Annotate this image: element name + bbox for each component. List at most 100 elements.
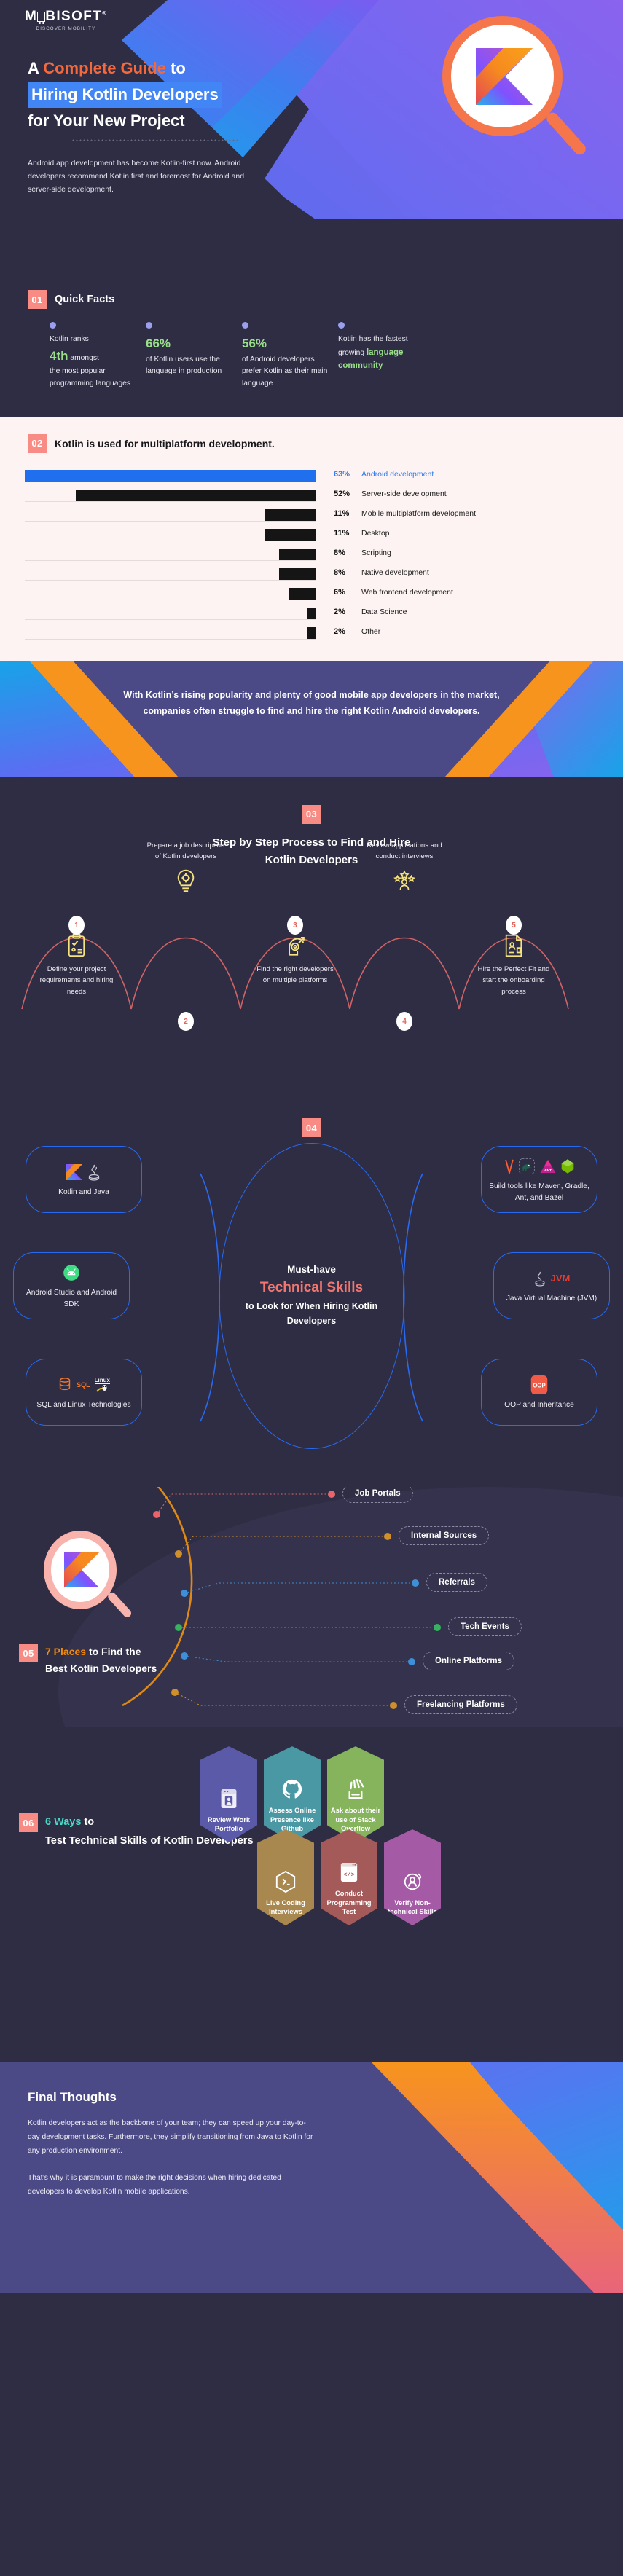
kotlin-java-icon: [66, 1161, 101, 1183]
place-pill[interactable]: Referrals: [426, 1573, 487, 1593]
skill-label: SQL and Linux Technologies: [36, 1400, 131, 1409]
bullet-dot-icon: [242, 322, 248, 329]
skill-card: OOP OOP and Inheritance: [481, 1359, 597, 1426]
chart-category-label: Scripting: [361, 549, 391, 558]
process-step: Prepare a job description of Kotlin deve…: [144, 840, 228, 899]
jvm-label: JVM: [550, 1273, 571, 1284]
step-text: Find the right developers on multiple pl…: [256, 965, 334, 985]
github-icon: [281, 1775, 303, 1803]
kotlin-logo-icon: [64, 1552, 99, 1588]
section-number-badge: 05: [19, 1644, 38, 1663]
portfolio-card-icon: [219, 1785, 238, 1813]
final-text-block: Final Thoughts Kotlin developers act as …: [0, 2062, 313, 2199]
sql-label: SQL: [77, 1381, 90, 1389]
dotted-divider: [71, 138, 240, 142]
chart-category-label: Web frontend development: [361, 588, 453, 597]
kotlin-magnifier-icon: [44, 1531, 133, 1625]
method-hex[interactable]: Live Coding Interviews: [257, 1829, 314, 1926]
chart-track: [25, 624, 316, 640]
title-rest: to: [81, 1816, 95, 1829]
brand-wordmark: M BISOFT®: [25, 9, 107, 25]
method-hex[interactable]: Ask about their use of Stack Overflow: [327, 1746, 384, 1843]
place-pill[interactable]: Internal Sources: [399, 1526, 490, 1546]
title-line2: Hiring Kotlin Developers: [28, 82, 222, 109]
chart-category-label: Other: [361, 627, 381, 637]
title-line2: Kotlin Developers: [265, 853, 358, 866]
hero-paragraph: Android app development has become Kotli…: [28, 158, 245, 194]
method-label: Conduct Programming Test: [326, 1889, 372, 1916]
registered-mark: ®: [102, 11, 107, 17]
page-title: A Complete Guide to Hiring Kotlin Develo…: [28, 57, 342, 133]
fact-body: Kotlin has the fastest growing language …: [338, 334, 426, 373]
skill-label: Build tools like Maven, Gradle, Ant, and…: [489, 1182, 589, 1202]
skills-center-oval: Must-have Technical Skills to Look for W…: [219, 1143, 404, 1450]
section-number-badge: 03: [302, 804, 321, 824]
cart-icon: [37, 12, 46, 24]
chart-bar: [307, 627, 316, 640]
section-number-badge: 06: [19, 1813, 38, 1833]
chart-value-label: 2%: [334, 627, 345, 637]
person-check-icon: [402, 1868, 423, 1896]
method-hex[interactable]: Verify Non-technical Skills: [384, 1829, 441, 1926]
place-pill[interactable]: Job Portals: [342, 1487, 413, 1504]
chart-baseline: [25, 580, 316, 581]
skill-card: JVM Java Virtual Machine (JVM): [493, 1252, 610, 1320]
skills-line3: to Look for When Hiring Kotlin Developer…: [245, 1300, 378, 1327]
chart-track: [25, 565, 316, 581]
title-line1-a: A: [28, 59, 44, 77]
svg-text:OOP: OOP: [533, 1382, 545, 1389]
chart-category-label: Data Science: [361, 608, 407, 617]
chart-value-label: 63%: [334, 470, 350, 479]
chart-value-label: 11%: [334, 509, 350, 519]
step-text: Review applications and conduct intervie…: [367, 841, 442, 861]
method-hex[interactable]: Review Work Portfolio: [200, 1746, 257, 1843]
method-label: Assess Online Presence like Github: [268, 1806, 316, 1833]
head-target-icon: [281, 932, 309, 959]
chart-value-label: 52%: [334, 490, 350, 499]
chart-bar: [279, 549, 316, 561]
chart-row: 63% Android development: [25, 465, 600, 484]
process-step: Review applications and conduct intervie…: [362, 840, 447, 899]
hex-row-top: Review Work Portfolio Assess Online Pres…: [200, 1746, 608, 1843]
skill-card: Kotlin and Java: [26, 1146, 142, 1214]
fact-item: Kotlin ranks 4th amongst the most popula…: [50, 322, 146, 390]
skill-label: Android Studio and Android SDK: [26, 1289, 117, 1308]
chart-baseline: [25, 639, 316, 640]
stack-overflow-icon: [346, 1775, 365, 1803]
brand-name-pre: M: [25, 9, 38, 24]
step-text: Prepare a job description of Kotlin deve…: [146, 841, 225, 861]
method-hex[interactable]: Assess Online Presence like Github: [264, 1746, 321, 1843]
chart-baseline: [25, 560, 316, 562]
chart-track: [25, 486, 316, 503]
chart-track: [25, 604, 316, 621]
chart-bar: [265, 509, 316, 522]
fact-body: 66% of Kotlin users use the language in …: [146, 334, 233, 378]
place-pill[interactable]: Freelancing Platforms: [404, 1695, 517, 1715]
method-label: Review Work Portfolio: [207, 1815, 251, 1833]
step-number-bubble: 4: [396, 1012, 412, 1032]
brand-tagline: DISCOVER MOBILITY: [36, 26, 96, 31]
place-pill[interactable]: Tech Events: [448, 1617, 522, 1637]
chart-bar: [75, 490, 316, 502]
bullet-dot-icon: [50, 322, 56, 329]
chart-bar: [288, 588, 316, 600]
method-hex[interactable]: </> Conduct Programming Test: [321, 1829, 377, 1926]
chart-category-label: Native development: [361, 568, 429, 578]
jvm-icon: JVM: [533, 1268, 571, 1289]
skills-line2: Technical Skills: [259, 1279, 364, 1295]
title-rest: to Find the: [86, 1646, 141, 1658]
fact-value: 4th: [50, 348, 68, 363]
skill-label: Java Virtual Machine (JVM): [506, 1294, 597, 1303]
code-window-icon: </>: [340, 1858, 358, 1886]
chart-row: 11% Desktop: [25, 524, 600, 543]
place-pill[interactable]: Online Platforms: [423, 1652, 515, 1671]
skills-line1: Must-have: [287, 1263, 336, 1275]
chart-row: 6% Web frontend development: [25, 583, 600, 602]
quick-facts-section: 01 Quick Facts Kotlin ranks 4th amongst …: [0, 284, 623, 417]
title-line2: Best Kotlin Developers: [45, 1662, 157, 1675]
build-tools-icon: ANT: [504, 1155, 574, 1177]
chart-track: [25, 545, 316, 562]
title-line3: for Your New Project: [28, 111, 185, 130]
hex-grid: Review Work Portfolio Assess Online Pres…: [200, 1746, 608, 1926]
fact-item: 66% of Kotlin users use the language in …: [146, 322, 242, 390]
